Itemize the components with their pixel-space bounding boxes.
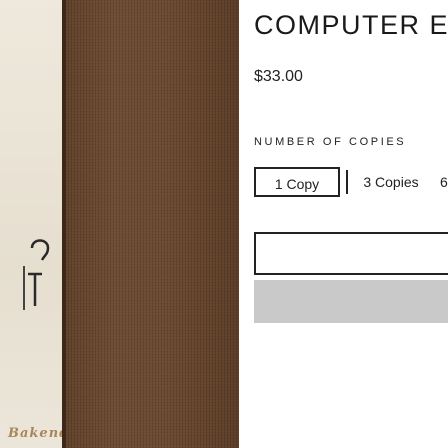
product-price: $33.00 xyxy=(254,68,303,85)
option-6-copies[interactable]: 6 xyxy=(432,167,448,197)
hanger-icon xyxy=(23,239,50,310)
fabric-texture xyxy=(62,0,239,448)
option-1-copy[interactable]: 1 Copy xyxy=(254,167,340,197)
product-info: COMPUTER EN $33.00 NUMBER OF COPIES 1 Co… xyxy=(254,0,448,448)
copies-options: 1 Copy 3 Copies 6 xyxy=(254,167,448,197)
product-image: Bakende xyxy=(0,0,239,448)
option-3-copies[interactable]: 3 Copies xyxy=(354,167,428,197)
product-title: COMPUTER EN xyxy=(254,10,448,40)
option-divider xyxy=(346,170,348,194)
photo-wall: Bakende xyxy=(0,0,78,448)
copies-label: NUMBER OF COPIES xyxy=(254,136,407,148)
message-field[interactable] xyxy=(254,232,448,275)
add-to-cart-button[interactable] xyxy=(254,280,448,323)
